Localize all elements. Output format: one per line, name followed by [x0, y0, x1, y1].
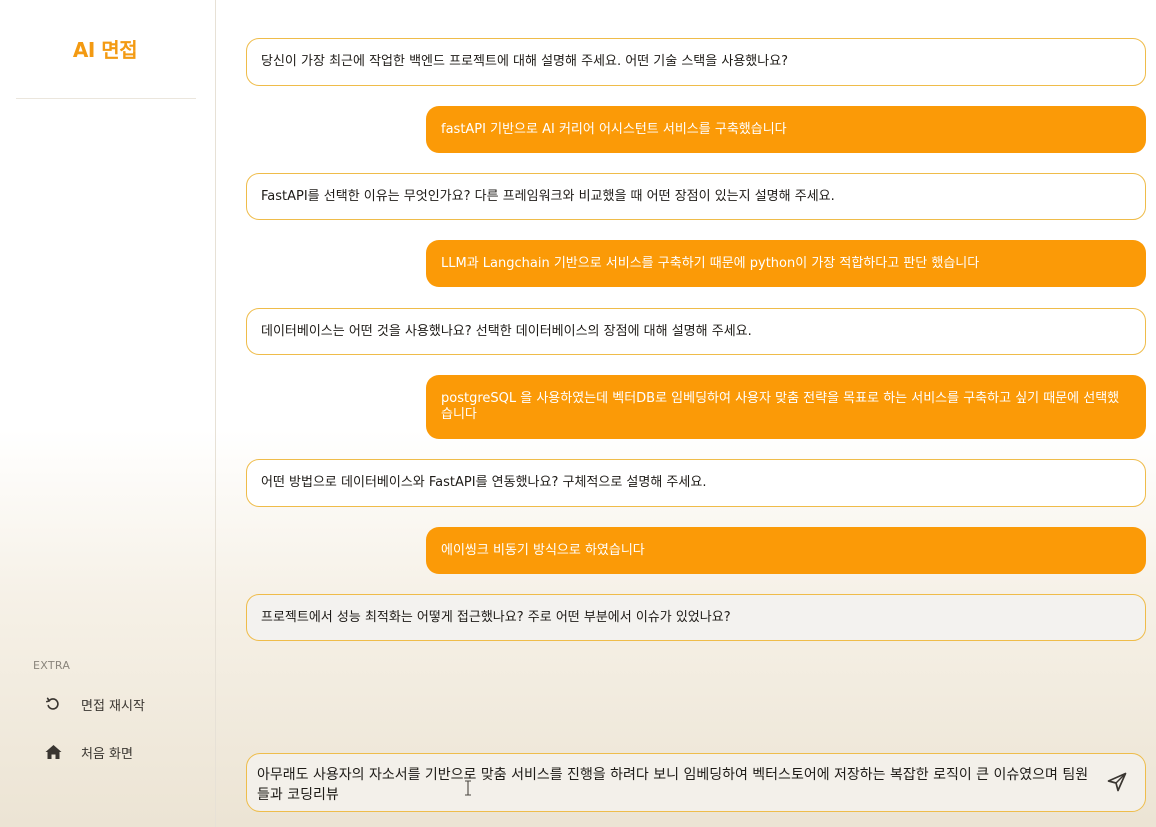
restart-icon — [44, 695, 62, 713]
sidebar-divider — [16, 98, 196, 99]
answer-bubble: 에이씽크 비동기 방식으로 하였습니다 — [426, 527, 1146, 574]
app-title: AI 면접 — [72, 38, 138, 62]
message-input-text[interactable]: 아무래도 사용자의 자소서를 기반으로 맞춤 서비스를 진행을 하려다 보니 임… — [257, 765, 1097, 805]
question-bubble: 데이터베이스는 어떤 것을 사용했나요? 선택한 데이터베이스의 장점에 대해 … — [246, 308, 1146, 355]
question-bubble: 프로젝트에서 성능 최적화는 어떻게 접근했나요? 주로 어떤 부분에서 이슈가… — [246, 594, 1146, 641]
sidebar: AI 면접 EXTRA 면접 재시작 처음 화면 — [0, 0, 216, 827]
sidebar-item-home[interactable]: 처음 화면 — [44, 740, 133, 764]
message-input[interactable]: 아무래도 사용자의 자소서를 기반으로 맞춤 서비스를 진행을 하려다 보니 임… — [246, 753, 1146, 812]
sidebar-item-label: 면접 재시작 — [81, 698, 145, 714]
answer-bubble: postgreSQL 을 사용하였는데 벡터DB로 임베딩하여 사용자 맞춤 전… — [426, 375, 1146, 439]
question-bubble: 당신이 가장 최근에 작업한 백엔드 프로젝트에 대해 설명해 주세요. 어떤 … — [246, 38, 1146, 86]
answer-bubble: fastAPI 기반으로 AI 커리어 어시스턴트 서비스를 구축했습니다 — [426, 106, 1146, 153]
send-button[interactable] — [1105, 772, 1129, 796]
answer-bubble: LLM과 Langchain 기반으로 서비스를 구축하기 때문에 python… — [426, 240, 1146, 287]
sidebar-item-label: 처음 화면 — [81, 746, 133, 762]
sidebar-item-restart-interview[interactable]: 면접 재시작 — [44, 692, 145, 716]
question-bubble: FastAPI를 선택한 이유는 무엇인가요? 다른 프레임워크와 비교했을 때… — [246, 173, 1146, 220]
question-bubble: 어떤 방법으로 데이터베이스와 FastAPI를 연동했나요? 구체적으로 설명… — [246, 459, 1146, 507]
sidebar-section-label: EXTRA — [33, 659, 71, 672]
home-icon — [44, 743, 62, 761]
send-icon — [1106, 771, 1128, 797]
text-cursor-icon — [464, 780, 472, 796]
